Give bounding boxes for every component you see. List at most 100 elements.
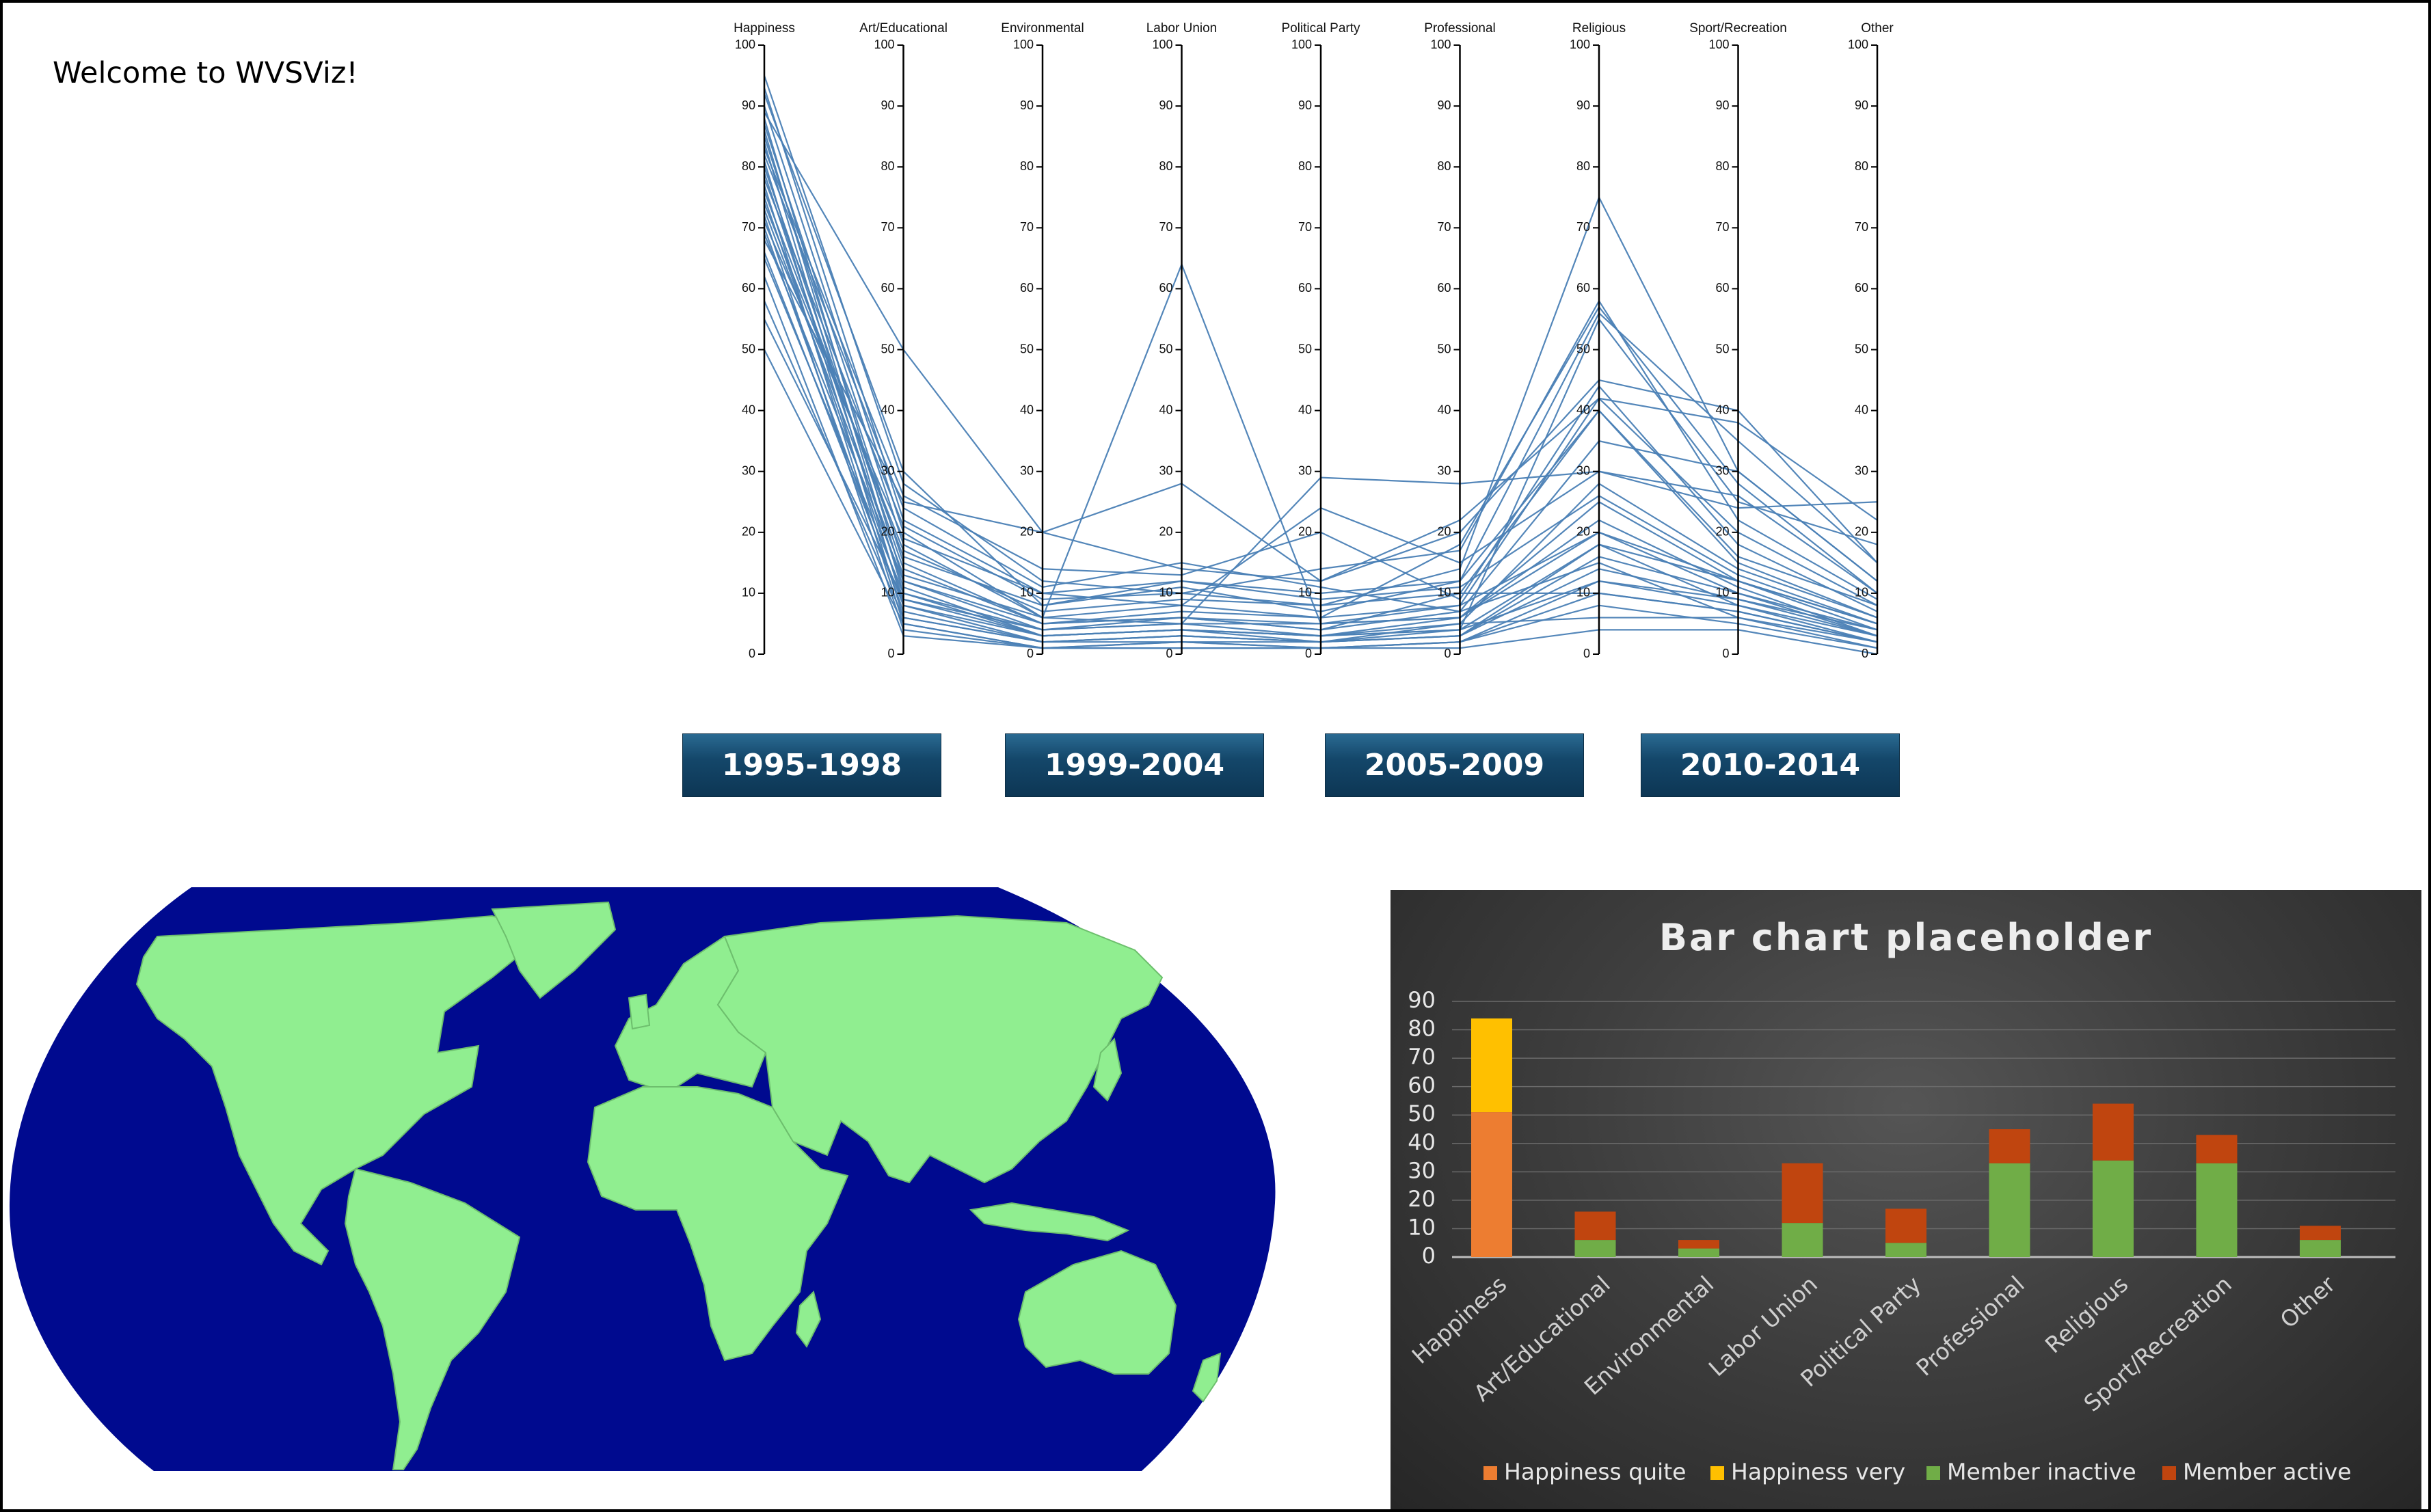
- pc-tick-label: 30: [1298, 463, 1312, 477]
- pc-axis[interactable]: Religious 0 10 20 30 40 50 60 70 80 90 100: [1570, 21, 1626, 660]
- pc-tick-label: 30: [1437, 463, 1451, 477]
- pc-axis[interactable]: Professional 0 10 20 30 40 50 60 70 80 90 100: [1424, 21, 1496, 660]
- bar-ytick-label: 80: [1408, 1016, 1436, 1042]
- bar-segment[interactable]: [1782, 1223, 1823, 1257]
- parallel-coordinates-plot[interactable]: Happiness0102030405060708090100Art/Educa…: [0, 0, 2431, 690]
- bar-segment[interactable]: [1471, 1112, 1512, 1257]
- bar-segment[interactable]: [2300, 1240, 2341, 1257]
- legend-label: Member active: [2183, 1459, 2352, 1485]
- bar-ytick-label: 10: [1408, 1214, 1436, 1240]
- bar-segment[interactable]: [1885, 1243, 1926, 1257]
- pc-tick-label: 20: [1715, 525, 1729, 539]
- pc-tick-label: 10: [1298, 586, 1312, 599]
- pc-tick-label: 90: [1437, 98, 1451, 112]
- legend-item[interactable]: Happiness very: [1710, 1459, 1905, 1485]
- pc-tick-label: 100: [1013, 38, 1034, 51]
- pc-tick-label: 60: [742, 281, 755, 295]
- pc-tick-label: 40: [1159, 403, 1172, 416]
- pc-tick-label: 20: [1020, 525, 1034, 539]
- bar-segment[interactable]: [2196, 1135, 2238, 1163]
- pc-tick-label: 20: [1576, 525, 1590, 539]
- pc-axis[interactable]: Environmental 0 10 20 30 40 50 60 70 80 90 100: [1001, 21, 1084, 660]
- pc-tick-label: 10: [1437, 586, 1451, 599]
- pc-tick-label: 0: [1862, 647, 1868, 660]
- pc-tick-label: 80: [1437, 159, 1451, 173]
- pc-tick-label: 30: [881, 463, 894, 477]
- bar-segment[interactable]: [2093, 1160, 2134, 1257]
- pc-tick-label: 90: [742, 98, 755, 112]
- pc-tick-label: 10: [1020, 586, 1034, 599]
- pc-axis[interactable]: Labor Union 0 10 20 30 40 50 60 70 80 90 100: [1146, 21, 1218, 660]
- pc-tick-label: 40: [1020, 403, 1034, 416]
- bar-segment[interactable]: [1782, 1163, 1823, 1224]
- pc-tick-label: 60: [1576, 281, 1590, 295]
- bar-segment[interactable]: [2300, 1226, 2341, 1241]
- pc-axis-title: Environmental: [1001, 21, 1084, 36]
- pc-tick-label: 30: [1855, 463, 1868, 477]
- map-great-britain[interactable]: [628, 993, 651, 1030]
- pc-tick-label: 70: [1159, 220, 1172, 234]
- pc-axis-title: Sport/Recreation: [1689, 21, 1787, 36]
- bar-segment[interactable]: [2196, 1163, 2238, 1257]
- bar-segment[interactable]: [1574, 1240, 1616, 1257]
- pc-tick-label: 100: [1430, 38, 1451, 51]
- period-button-1999-2004[interactable]: 1999-2004: [1005, 733, 1264, 797]
- legend-item[interactable]: Member inactive: [1926, 1459, 2136, 1485]
- pc-tick-label: 50: [1437, 342, 1451, 355]
- pc-tick-label: 30: [1020, 463, 1034, 477]
- pc-tick-label: 70: [881, 220, 894, 234]
- pc-tick-label: 40: [1855, 403, 1868, 416]
- pc-tick-label: 90: [881, 98, 894, 112]
- pc-tick-label: 70: [1020, 220, 1034, 234]
- legend-item[interactable]: Member active: [2162, 1459, 2352, 1485]
- pc-axis-title: Political Party: [1281, 21, 1360, 36]
- pc-tick-label: 50: [1576, 342, 1590, 355]
- pc-axis[interactable]: Sport/Recreation 0 10 20 30 40 50 60 70 80 90 100: [1689, 21, 1787, 660]
- period-button-2005-2009[interactable]: 2005-2009: [1325, 733, 1584, 797]
- legend-item[interactable]: Happiness quite: [1483, 1459, 1686, 1485]
- pc-tick-label: 10: [1576, 586, 1590, 599]
- bar-segment[interactable]: [1989, 1129, 2030, 1163]
- pc-tick-label: 40: [1437, 403, 1451, 416]
- pc-axis-title: Other: [1861, 21, 1894, 36]
- pc-tick-label: 100: [874, 38, 894, 51]
- pc-tick-label: 10: [1715, 586, 1729, 599]
- pc-tick-label: 0: [1166, 647, 1172, 660]
- bar-segment[interactable]: [1678, 1248, 1719, 1257]
- pc-tick-label: 30: [1159, 463, 1172, 477]
- bar-segment[interactable]: [1574, 1211, 1616, 1241]
- bar-segment[interactable]: [1678, 1240, 1719, 1249]
- pc-tick-label: 80: [1159, 159, 1172, 173]
- pc-axis[interactable]: Other 0 10 20 30 40 50 60 70 80 90 100: [1848, 21, 1894, 660]
- bar-ytick-label: 40: [1408, 1129, 1436, 1155]
- world-map[interactable]: [0, 882, 1285, 1476]
- pc-tick-label: 60: [881, 281, 894, 295]
- bar-chart: Bar chart placeholder 010203040506070809…: [1407, 916, 2395, 1485]
- pc-tick-label: 0: [1027, 647, 1034, 660]
- pc-tick-label: 0: [1305, 647, 1312, 660]
- pc-axis[interactable]: Happiness 0 10 20 30 40 50 60 70 80 90 100: [734, 21, 795, 660]
- pc-tick-label: 70: [1855, 220, 1868, 234]
- pc-tick-label: 40: [1715, 403, 1729, 416]
- pc-tick-label: 80: [1020, 159, 1034, 173]
- bar-ytick-label: 50: [1408, 1101, 1436, 1126]
- pc-tick-label: 70: [1576, 220, 1590, 234]
- pc-tick-label: 80: [1576, 159, 1590, 173]
- pc-tick-label: 50: [1855, 342, 1868, 355]
- bar-segment[interactable]: [1989, 1163, 2030, 1257]
- pc-tick-label: 100: [1848, 38, 1868, 51]
- pc-axis[interactable]: Political Party 0 10 20 30 40 50 60 70 80 90 100: [1281, 21, 1360, 660]
- pc-tick-label: 20: [881, 525, 894, 539]
- pc-tick-label: 40: [881, 403, 894, 416]
- pc-tick-label: 60: [1159, 281, 1172, 295]
- pc-tick-label: 60: [1437, 281, 1451, 295]
- bar-segment[interactable]: [1885, 1209, 1926, 1243]
- period-button-2010-2014[interactable]: 2010-2014: [1641, 733, 1900, 797]
- pc-tick-label: 90: [1855, 98, 1868, 112]
- pc-tick-label: 0: [1722, 647, 1729, 660]
- bar-segment[interactable]: [1471, 1018, 1512, 1113]
- bar-segment[interactable]: [2093, 1103, 2134, 1161]
- pc-tick-label: 50: [742, 342, 755, 355]
- period-button-1995-1998[interactable]: 1995-1998: [682, 733, 941, 797]
- bar-category-label: Professional: [1911, 1271, 2029, 1381]
